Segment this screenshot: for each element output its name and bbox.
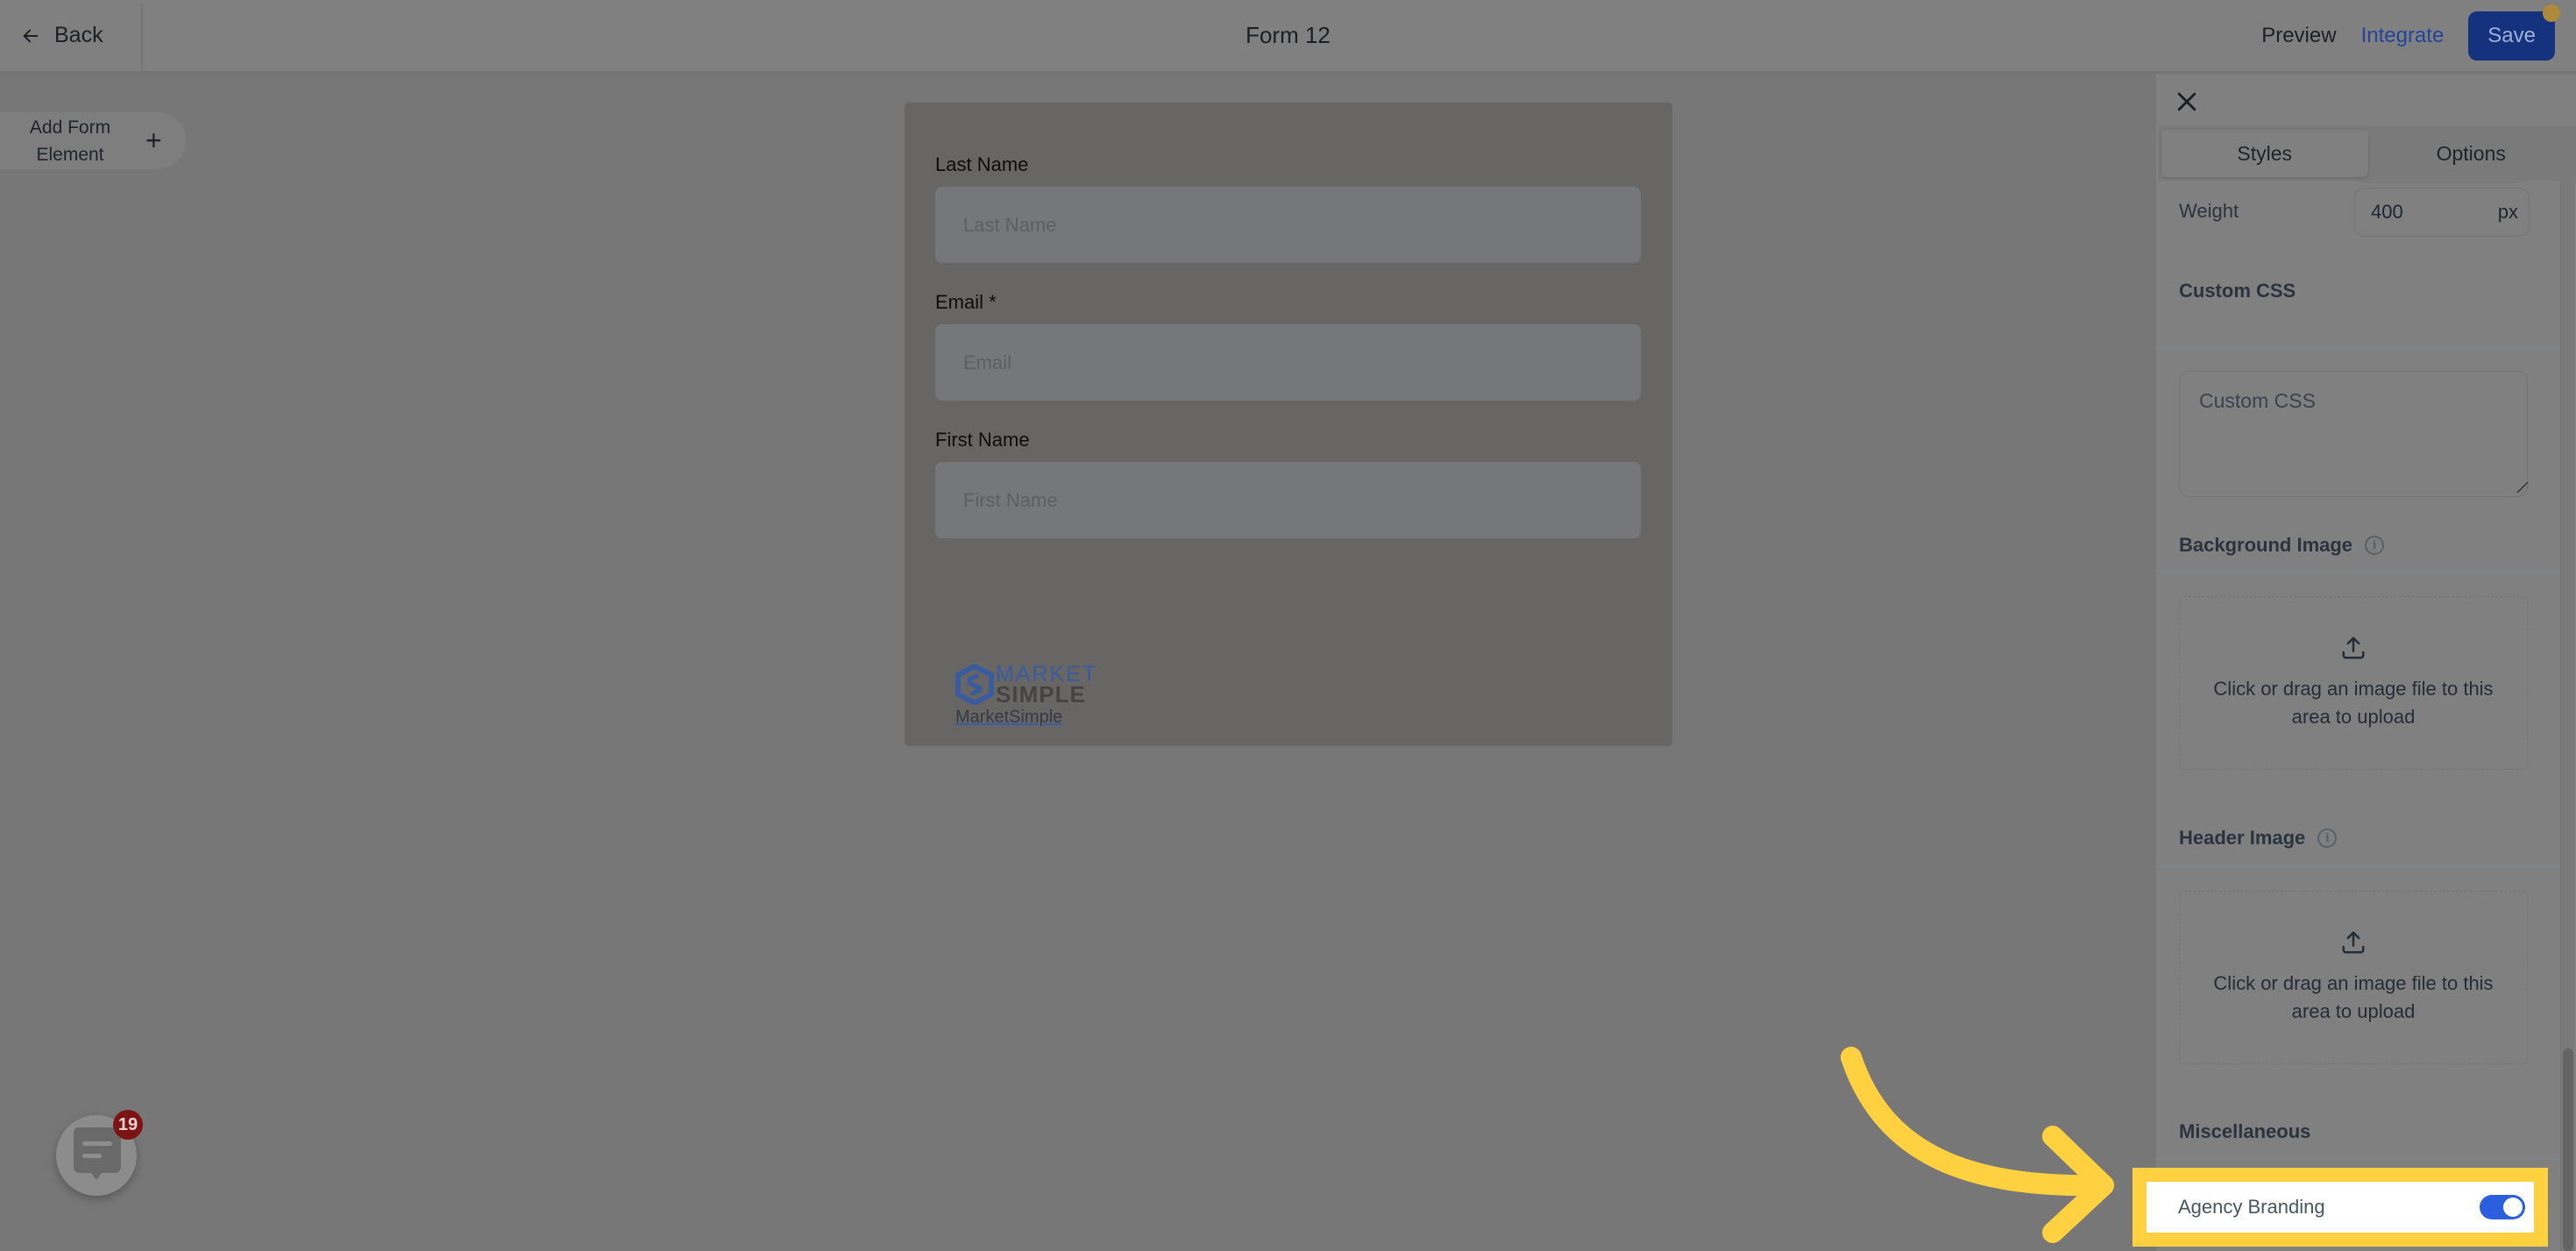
background-image-upload[interactable]: Click or drag an image file to this area… xyxy=(2179,596,2528,770)
notification-dot xyxy=(2543,4,2560,22)
field-label: First Name xyxy=(935,429,1030,451)
agency-branding-toggle[interactable] xyxy=(2480,1195,2525,1219)
add-form-element-button[interactable]: Add Form Element + xyxy=(0,112,186,169)
custom-css-title-text: Custom CSS xyxy=(2179,280,2296,302)
header-divider xyxy=(141,4,143,70)
last-name-input[interactable]: Last Name xyxy=(935,187,1641,263)
arrow-left-icon xyxy=(23,29,39,42)
weight-input[interactable]: 400 px xyxy=(2354,188,2530,237)
top-bar: Back Form 12 Preview Integrate Save xyxy=(0,0,2576,73)
section-divider xyxy=(2156,865,2559,867)
logo-text-bottom: SIMPLE xyxy=(996,681,1086,707)
weight-label: Weight xyxy=(2179,200,2239,222)
custom-css-placeholder: Custom CSS xyxy=(2199,389,2316,412)
form-field-email: Email * Email xyxy=(935,291,1641,401)
background-image-title: Background Image i xyxy=(2179,534,2385,557)
resize-handle-icon[interactable] xyxy=(2508,482,2529,493)
field-label: Email * xyxy=(935,291,997,313)
weight-row: Weight 400 px xyxy=(2179,188,2530,237)
miscellaneous-title: Miscellaneous xyxy=(2179,1120,2310,1143)
scrollbar-thumb[interactable] xyxy=(2563,1048,2573,1251)
previous-input-edge xyxy=(2354,181,2530,182)
field-label: Last Name xyxy=(935,153,1029,175)
miscellaneous-title-text: Miscellaneous xyxy=(2179,1120,2311,1142)
notification-count-badge: 19 xyxy=(113,1110,143,1140)
first-name-input[interactable]: First Name xyxy=(935,462,1641,538)
save-button[interactable]: Save xyxy=(2468,4,2560,60)
panel-tabs: Styles Options xyxy=(2158,126,2576,181)
panel-scroll-area: Weight 400 px Custom CSS Custom CSS Back… xyxy=(2156,181,2559,1251)
upload-icon xyxy=(2342,931,2365,954)
agency-branding-row: Agency Branding xyxy=(2147,1182,2534,1233)
upload-text: Click or drag an image file to this area… xyxy=(2213,972,2494,1022)
panel-scrollbar[interactable] xyxy=(2560,181,2574,1251)
page-title: Form 12 xyxy=(1245,22,1331,48)
header-image-title-text: Header Image xyxy=(2179,827,2306,849)
chat-widget-button[interactable]: 19 xyxy=(56,1110,143,1196)
close-icon[interactable] xyxy=(2174,89,2200,115)
form-field-first-name: First Name First Name xyxy=(935,429,1641,538)
add-form-element-label: Add Form Element xyxy=(29,117,111,165)
header-image-upload[interactable]: Click or drag an image file to this area… xyxy=(2179,891,2528,1064)
styles-panel: Styles Options Weight 400 px Custom CSS … xyxy=(2154,75,2576,1251)
back-button[interactable]: Back xyxy=(21,0,103,71)
toggle-knob xyxy=(2503,1198,2523,1217)
email-input[interactable]: Email xyxy=(935,324,1641,401)
form-field-last-name: Last Name Last Name xyxy=(935,153,1641,263)
preview-button[interactable]: Preview xyxy=(2261,24,2336,48)
agency-branding-label: Agency Branding xyxy=(2178,1196,2325,1218)
logo-mark-icon xyxy=(955,665,994,705)
plus-icon: + xyxy=(145,124,162,156)
weight-unit: px xyxy=(2497,201,2518,223)
custom-css-textarea[interactable]: Custom CSS xyxy=(2179,371,2529,497)
background-image-title-text: Background Image xyxy=(2179,534,2353,556)
save-label: Save xyxy=(2487,24,2536,47)
section-divider xyxy=(2156,571,2559,572)
upload-text: Click or drag an image file to this area… xyxy=(2213,678,2494,728)
form-preview-card: Last Name Last Name Email * Email First … xyxy=(905,103,1672,746)
header-actions: Preview Integrate Save xyxy=(2261,4,2560,60)
branding-link[interactable]: MarketSimple xyxy=(955,707,1062,728)
info-icon[interactable]: i xyxy=(2365,536,2385,555)
custom-css-title: Custom CSS xyxy=(2179,280,2296,302)
section-divider xyxy=(2156,1158,2559,1160)
integrate-button[interactable]: Integrate xyxy=(2361,24,2445,48)
section-divider xyxy=(2156,347,2559,349)
marketsimple-logo: MARKET SIMPLE xyxy=(955,664,1097,706)
annotation-arrow-icon xyxy=(1841,1047,2114,1243)
header-image-title: Header Image i xyxy=(2179,827,2338,849)
back-label: Back xyxy=(54,23,103,47)
tab-options[interactable]: Options xyxy=(2368,130,2575,177)
upload-icon xyxy=(2342,636,2365,659)
weight-value: 400 xyxy=(2371,201,2403,223)
info-icon[interactable]: i xyxy=(2317,828,2338,848)
tab-styles[interactable]: Styles xyxy=(2161,130,2368,177)
